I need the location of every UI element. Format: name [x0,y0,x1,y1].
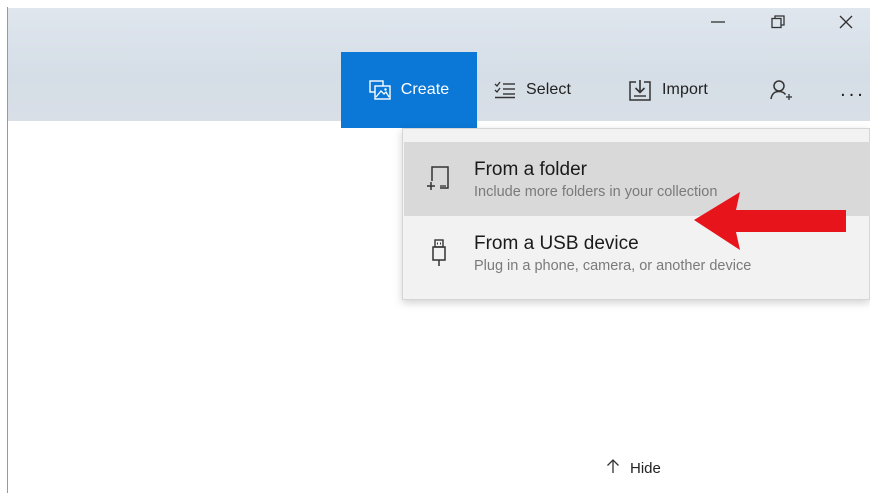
menu-item-subtitle: Plug in a phone, camera, or another devi… [474,257,752,274]
usb-icon [404,238,474,268]
minimize-button[interactable] [688,8,748,36]
hide-label: Hide [630,459,661,477]
create-album-icon [368,80,391,100]
select-button[interactable]: Select [494,52,571,128]
add-person-icon [770,79,794,101]
checklist-icon [494,81,516,99]
import-button-label: Import [662,81,708,98]
annotation-arrow-icon [694,192,846,250]
minimize-icon [711,21,725,23]
restore-icon [771,15,785,29]
restore-button[interactable] [748,8,808,36]
import-icon [628,79,652,101]
hide-button[interactable]: Hide [606,458,661,478]
create-button[interactable]: Create [341,52,477,128]
photos-app-window: Create Select Import ... From a folder I… [0,0,870,493]
menu-item-title: From a folder [474,158,587,180]
arrow-up-icon [606,458,620,478]
add-folder-icon [404,165,474,193]
select-button-label: Select [526,81,572,98]
create-button-label: Create [400,81,450,98]
people-button[interactable] [770,52,794,128]
more-options-label: ... [840,78,866,101]
more-options-button[interactable]: ... [835,52,870,128]
close-button[interactable] [816,8,870,36]
import-button[interactable]: Import [628,52,708,128]
menu-item-subtitle: Include more folders in your collection [474,183,718,200]
toolbar: Create Select Import ... [8,8,870,128]
close-icon [839,15,853,29]
